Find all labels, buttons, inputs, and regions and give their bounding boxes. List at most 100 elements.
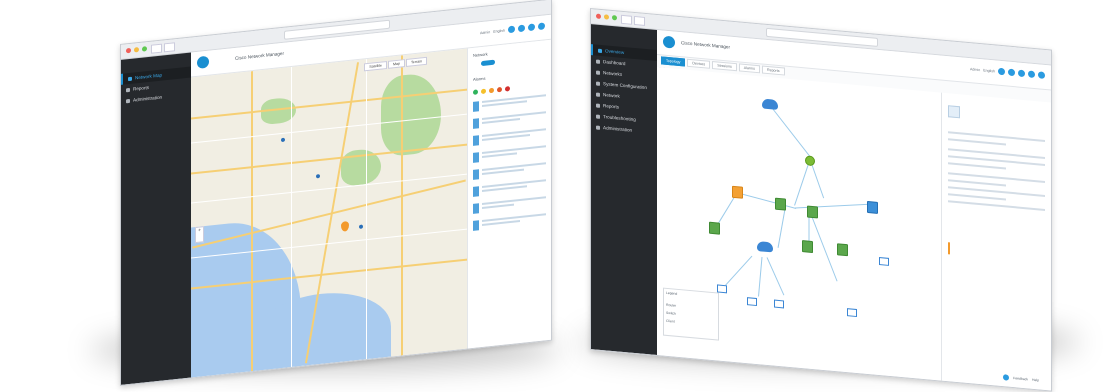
monitor-icon[interactable]	[774, 299, 784, 309]
list-item[interactable]	[473, 179, 546, 197]
close-icon[interactable]	[596, 13, 601, 19]
tab-sessions[interactable]: Sessions	[712, 60, 737, 72]
minor-icon[interactable]	[489, 87, 494, 94]
list-item[interactable]	[473, 162, 546, 180]
router-icon[interactable]	[805, 155, 815, 167]
tab-devices[interactable]: Devices	[687, 58, 711, 69]
tab-alarms[interactable]: Alarms	[738, 63, 760, 74]
account-label[interactable]: Admin	[480, 30, 490, 35]
warning-icon[interactable]	[481, 88, 486, 95]
device-icon	[473, 220, 479, 231]
minimize-icon[interactable]	[604, 14, 609, 20]
cloud-icon[interactable]	[762, 98, 778, 110]
monitor-icon[interactable]	[847, 308, 857, 318]
ok-icon[interactable]	[473, 89, 478, 95]
user-icon[interactable]	[538, 22, 545, 31]
sidebar-item-label: Reports	[603, 103, 620, 110]
search-icon[interactable]	[998, 67, 1005, 76]
forward-icon[interactable]	[164, 42, 175, 53]
back-icon[interactable]	[621, 14, 632, 25]
chart-icon	[126, 87, 130, 92]
maximize-icon[interactable]	[142, 46, 147, 52]
site-marker-icon[interactable]	[281, 137, 285, 143]
list-item[interactable]	[473, 145, 546, 163]
switch-icon[interactable]	[802, 240, 813, 254]
browser-nav	[151, 42, 175, 54]
monitor-icon[interactable]	[879, 257, 889, 266]
cisco-logo-icon	[197, 55, 209, 69]
firewall-icon[interactable]	[732, 185, 743, 199]
switch-icon[interactable]	[775, 197, 786, 211]
sidebar-item-label: Network Map	[135, 72, 163, 81]
map-type-satellite[interactable]: Satellite	[364, 60, 388, 72]
topology-link	[771, 107, 811, 158]
sidebar-item-label: Administration	[603, 125, 633, 133]
switch-icon[interactable]	[709, 221, 720, 235]
sidebar: Overview Dashboard Networks System Confi…	[591, 24, 657, 356]
device-icon	[473, 118, 479, 129]
site-marker-icon[interactable]	[359, 224, 363, 229]
legend-item: Router	[666, 302, 677, 308]
cloud-icon[interactable]	[757, 241, 773, 253]
site-marker-icon[interactable]	[316, 174, 320, 179]
zoom-in-button[interactable]: +	[198, 227, 201, 233]
detail-line	[948, 193, 1007, 201]
list-item[interactable]	[473, 111, 546, 129]
chart-icon	[596, 103, 600, 108]
user-icon[interactable]	[1028, 70, 1035, 79]
severity-icons	[473, 82, 546, 95]
alert-bar-icon	[948, 242, 950, 255]
close-icon[interactable]	[126, 47, 131, 54]
maximize-icon[interactable]	[612, 14, 617, 21]
major-icon[interactable]	[497, 86, 502, 93]
map-type-terrain[interactable]: Terrain	[406, 56, 427, 67]
legend-panel: Legend Router Switch Client	[663, 287, 719, 341]
list-item[interactable]	[473, 196, 546, 214]
topology-link	[722, 255, 753, 289]
topology-link	[766, 257, 785, 296]
forward-icon[interactable]	[634, 15, 645, 26]
legend-item: Switch	[666, 310, 676, 316]
street	[366, 59, 367, 360]
gear-icon[interactable]	[528, 23, 535, 32]
app-title: Cisco Network Manager	[235, 50, 285, 61]
tab-reports[interactable]: Reports	[761, 65, 785, 76]
panel-title: Network	[473, 51, 488, 58]
tab-topology[interactable]: Topology	[661, 56, 686, 67]
device-icon	[473, 135, 479, 146]
legend-item: Client	[666, 318, 675, 324]
back-icon[interactable]	[151, 43, 162, 54]
gear-icon[interactable]	[1018, 69, 1025, 78]
topology-window: Overview Dashboard Networks System Confi…	[590, 8, 1052, 392]
language-label[interactable]: English	[493, 28, 505, 33]
switch-icon[interactable]	[807, 205, 818, 219]
map-window: Network Map Reports Administration Cisco…	[120, 0, 552, 386]
account-label[interactable]: Admin	[970, 67, 980, 72]
switch-icon[interactable]	[837, 243, 848, 257]
topology-link	[777, 208, 786, 248]
map-canvas[interactable]: Satellite Map Terrain +	[191, 48, 467, 378]
app-title: Cisco Network Manager	[681, 40, 731, 50]
bell-icon[interactable]	[1008, 68, 1015, 77]
list-item[interactable]	[473, 128, 546, 146]
topology-canvas[interactable]: Legend Router Switch Client	[657, 67, 941, 381]
home-icon	[598, 48, 602, 53]
critical-icon[interactable]	[505, 86, 510, 92]
server-icon[interactable]	[867, 200, 878, 214]
list-item[interactable]	[473, 213, 546, 231]
cisco-logo-icon	[663, 35, 675, 49]
location-pin-icon[interactable]	[341, 220, 349, 232]
search-icon[interactable]	[508, 25, 515, 34]
monitor-icon[interactable]	[747, 297, 757, 307]
feedback-icon[interactable]	[1003, 374, 1010, 381]
language-label[interactable]: English	[983, 68, 995, 73]
zoom-control[interactable]: +	[195, 226, 204, 244]
bell-icon[interactable]	[518, 24, 525, 33]
help-link[interactable]: Help	[1032, 378, 1039, 383]
minimize-icon[interactable]	[134, 47, 139, 53]
feedback-link[interactable]: Feedback	[1013, 376, 1028, 381]
help-icon[interactable]	[1038, 71, 1045, 79]
header-actions: Admin English	[970, 65, 1045, 79]
road	[401, 55, 403, 356]
list-item[interactable]	[473, 94, 546, 112]
